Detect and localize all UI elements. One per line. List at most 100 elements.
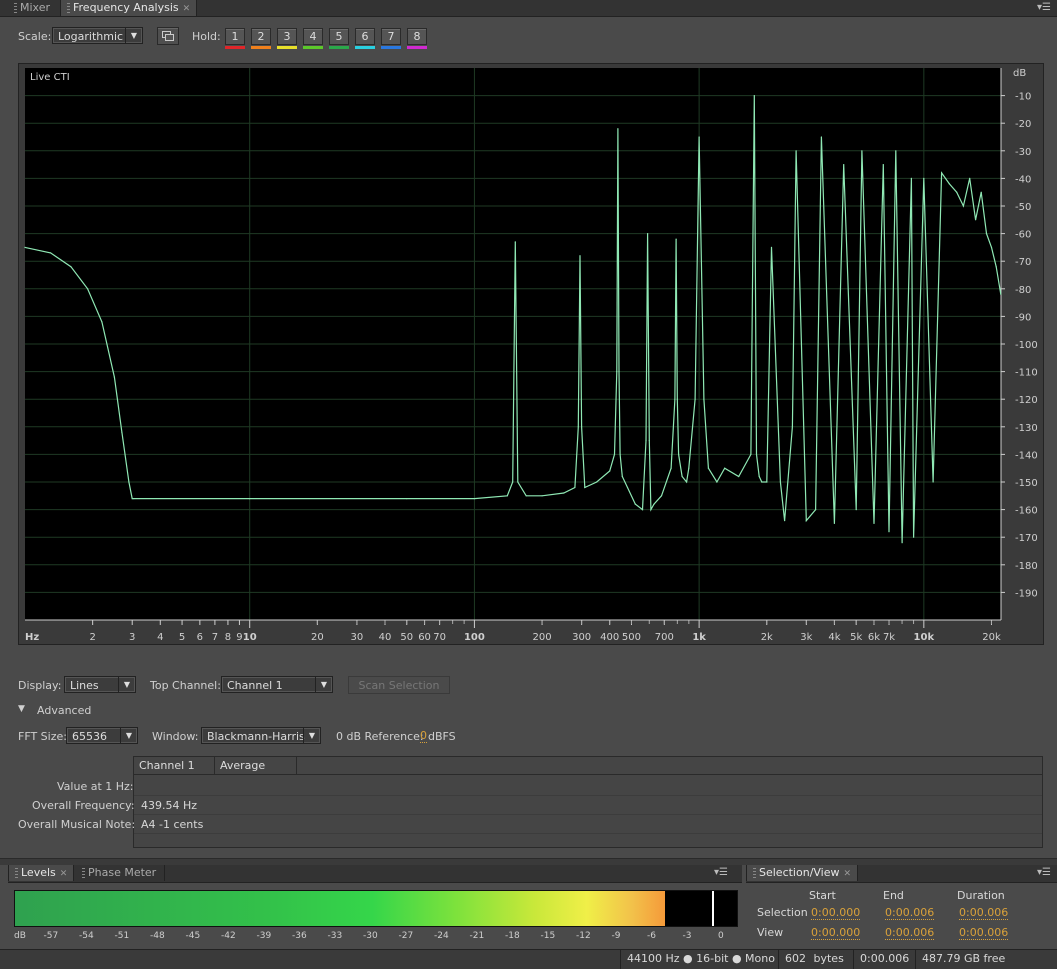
tab-frequency-analysis-label: Frequency Analysis	[73, 1, 179, 14]
level-scale-label: -51	[114, 931, 130, 941]
overall-frequency-cell: 439.54 Hz	[141, 799, 198, 812]
panel-menu-icon[interactable]: ▾☰	[714, 867, 728, 878]
spectrum-point	[956, 191, 958, 193]
hold-button-4[interactable]: 4	[303, 28, 323, 49]
spectrum-point	[650, 509, 652, 511]
spectrum-point	[716, 481, 718, 483]
tab-mixer[interactable]: Mixer	[8, 0, 56, 16]
column-header-channel[interactable]: Channel 1	[134, 757, 215, 774]
spectrum-point	[675, 238, 677, 240]
spectrum-point	[647, 233, 649, 235]
x-tick-label: 2	[89, 632, 95, 643]
y-tick-label: -60	[1015, 230, 1031, 241]
spectrum-point	[618, 371, 620, 373]
level-scale-label: -15	[540, 931, 556, 941]
scale-value: Logarithmic	[58, 30, 124, 43]
spectrum-point	[750, 453, 752, 455]
hold-button-2[interactable]: 2	[251, 28, 271, 49]
hold-button-3[interactable]: 3	[277, 28, 297, 49]
selection-start-field[interactable]: 0:00.000	[811, 907, 861, 920]
window-dropdown[interactable]: Blackmann-Harris ▼	[201, 727, 321, 744]
level-scale-label: -21	[469, 931, 485, 941]
spectrum-point	[619, 453, 621, 455]
hold-button-7[interactable]: 7	[381, 28, 401, 49]
hold-color-swatch	[407, 46, 427, 49]
level-scale-unit: dB	[14, 931, 26, 941]
level-scale-label: -6	[647, 931, 656, 941]
row-divider	[134, 814, 1042, 815]
hold-button-8[interactable]: 8	[407, 28, 427, 49]
spectrum-point	[128, 481, 130, 483]
x-tick-label: 8	[225, 632, 231, 643]
advanced-toggle-icon[interactable]: ▼	[18, 704, 25, 714]
levels-tab-bar: Levels ✕ Phase Meter ▾☰	[8, 865, 742, 883]
window-label: Window:	[152, 730, 199, 743]
spectrum-point	[795, 150, 797, 152]
level-scale-label: -24	[434, 931, 449, 941]
x-tick-label: 6k	[868, 632, 880, 643]
tab-mixer-label: Mixer	[20, 1, 51, 14]
spectrum-point	[995, 266, 997, 268]
selection-end-field[interactable]: 0:00.006	[885, 907, 935, 920]
view-duration-field[interactable]: 0:00.006	[959, 927, 1009, 940]
close-icon[interactable]: ✕	[60, 869, 68, 879]
db-reference-value[interactable]: 0	[420, 730, 427, 743]
x-tick-label: 3k	[800, 632, 812, 643]
panel-divider[interactable]	[0, 858, 1057, 865]
fft-size-value: 65536	[72, 730, 107, 743]
x-tick-label: 60	[418, 632, 431, 643]
view-start-field[interactable]: 0:00.000	[811, 927, 861, 940]
tab-phase-meter[interactable]: Phase Meter	[76, 865, 165, 881]
hold-button-5[interactable]: 5	[329, 28, 349, 49]
grip-icon	[15, 868, 18, 878]
spectrum-point	[473, 498, 475, 500]
close-icon[interactable]: ✕	[844, 869, 852, 879]
x-tick-label: 70	[433, 632, 446, 643]
hold-button-1[interactable]: 1	[225, 28, 245, 49]
spectrum-point	[975, 219, 977, 221]
top-channel-dropdown[interactable]: Channel 1 ▼	[221, 676, 333, 693]
x-tick-label: 10	[243, 632, 257, 643]
panel-menu-icon[interactable]: ▾☰	[1037, 867, 1051, 878]
spectrum-point	[815, 509, 817, 511]
view-row-label: View	[757, 926, 784, 939]
fft-size-label: FFT Size:	[18, 730, 67, 743]
spectrum-point	[609, 470, 611, 472]
y-tick-label: -100	[1015, 340, 1038, 351]
panel-menu-icon[interactable]: ▾☰	[1037, 2, 1051, 13]
y-tick-label: -40	[1015, 174, 1031, 185]
display-dropdown[interactable]: Lines ▼	[64, 676, 136, 693]
scan-selection-button[interactable]: Scan Selection	[348, 676, 450, 694]
value-at-1hz-label: Value at 1 Hz:	[57, 780, 134, 793]
spectrum-point	[514, 241, 516, 243]
tab-selection-view[interactable]: Selection/View ✕	[746, 865, 859, 881]
x-tick-label: 4k	[828, 632, 840, 643]
spectrum-point	[574, 486, 576, 489]
spectrum-point	[1000, 293, 1002, 295]
level-scale-label: -39	[256, 931, 272, 941]
spectrum-point	[577, 426, 579, 428]
fft-size-dropdown[interactable]: 65536 ▼	[66, 727, 138, 744]
level-scale-label: -3	[682, 931, 692, 941]
view-end-field[interactable]: 0:00.006	[885, 927, 935, 940]
scale-dropdown[interactable]: Logarithmic ▼	[52, 27, 143, 44]
x-tick-label: 10k	[914, 632, 935, 643]
close-icon[interactable]: ✕	[183, 4, 191, 14]
header-divider	[134, 774, 1042, 775]
x-tick-label: 7	[212, 632, 218, 643]
row-divider	[134, 833, 1042, 834]
hold-button-6[interactable]: 6	[355, 28, 375, 49]
column-header-average[interactable]: Average	[215, 757, 297, 774]
spectrum-point	[707, 467, 710, 469]
advanced-label[interactable]: Advanced	[37, 704, 91, 717]
spectrum-point	[941, 172, 943, 174]
copy-graph-button[interactable]	[157, 27, 179, 45]
hold-button-label: 3	[283, 30, 291, 43]
spectrum-point	[70, 266, 72, 268]
tab-levels[interactable]: Levels ✕	[8, 865, 75, 881]
tab-frequency-analysis[interactable]: Frequency Analysis ✕	[60, 0, 198, 16]
selection-row-label: Selection	[757, 906, 808, 919]
frequency-graph[interactable]: -10 -20 -30 -40 -50 -60 -70 -80 -90 -100 -110 -120 -…	[18, 63, 1044, 645]
spectrum-point	[581, 426, 583, 428]
selection-duration-field[interactable]: 0:00.006	[959, 907, 1009, 920]
